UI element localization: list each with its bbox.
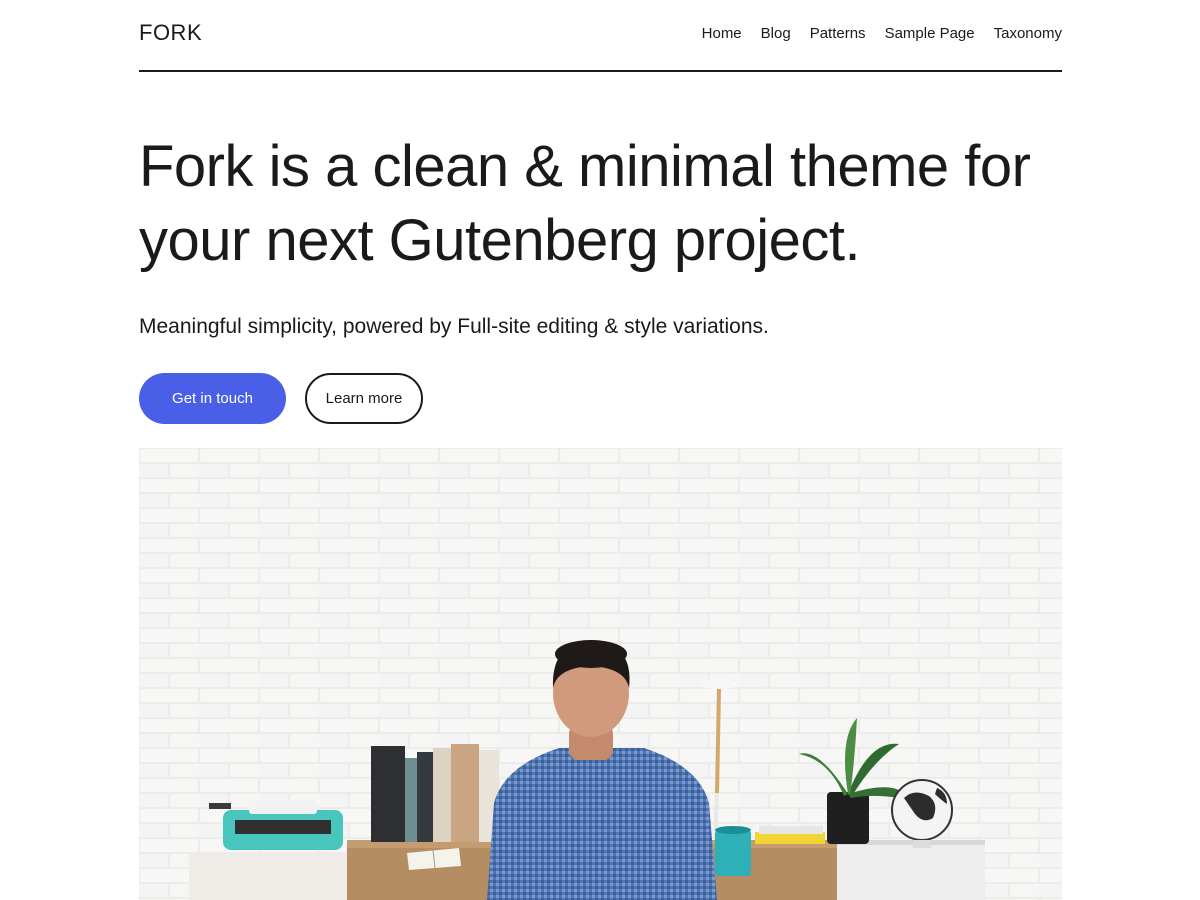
site-title-link[interactable]: FORK — [139, 20, 202, 46]
nav-item-taxonomy[interactable]: Taxonomy — [994, 25, 1062, 42]
nav-item-patterns[interactable]: Patterns — [810, 25, 866, 42]
get-in-touch-button[interactable]: Get in touch — [139, 373, 286, 424]
hero-buttons: Get in touch Learn more — [139, 373, 1062, 424]
nav-item-blog[interactable]: Blog — [761, 25, 791, 42]
hero-headline-line-2: your next Gutenberg project. — [139, 208, 861, 273]
page: FORK Home Blog Patterns Sample Page Taxo… — [139, 0, 1062, 900]
learn-more-button[interactable]: Learn more — [305, 373, 423, 424]
nav-item-home[interactable]: Home — [702, 25, 742, 42]
nav-item-sample-page[interactable]: Sample Page — [885, 25, 975, 42]
site-header: FORK Home Blog Patterns Sample Page Taxo… — [139, 0, 1062, 72]
main-nav: Home Blog Patterns Sample Page Taxonomy — [702, 25, 1062, 42]
hero-photo-illustration — [139, 448, 1062, 900]
hero-image — [139, 448, 1062, 900]
hero-tagline: Meaningful simplicity, powered by Full-s… — [139, 315, 769, 338]
hero-headline: Fork is a clean & minimal theme for your… — [139, 130, 1062, 278]
hero-headline-line-1: Fork is a clean & minimal theme for — [139, 134, 1031, 199]
